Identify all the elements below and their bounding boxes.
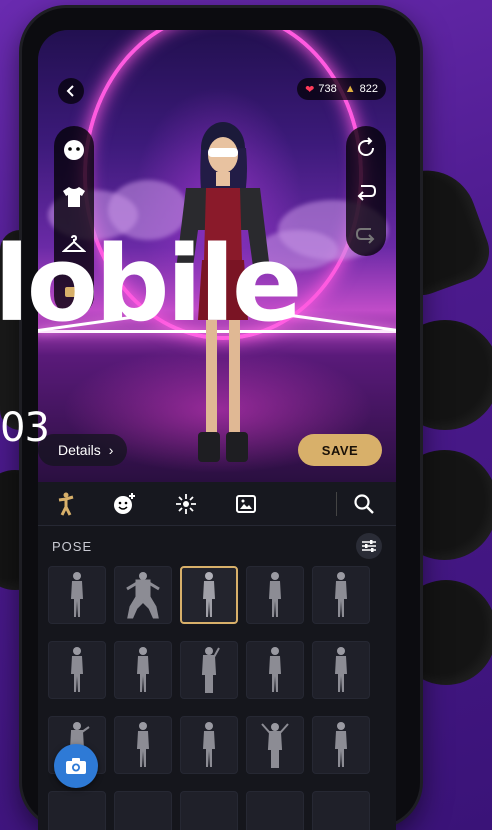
pose-figure-icon [261, 723, 289, 768]
pose-item-selected[interactable] [180, 566, 238, 624]
tab-divider [336, 492, 337, 516]
currency-display[interactable]: ❤ 738 ▲ 822 [297, 78, 386, 100]
hearts-count: 738 [318, 83, 337, 95]
tab-background[interactable] [232, 490, 260, 518]
pose-figure-icon [71, 647, 83, 692]
filter-button[interactable] [356, 533, 382, 559]
chevron-left-icon [66, 85, 74, 97]
pose-item[interactable] [180, 641, 238, 699]
sliders-icon [362, 540, 376, 552]
tab-effects[interactable] [172, 490, 200, 518]
pose-item[interactable] [114, 641, 172, 699]
camera-icon [66, 758, 86, 774]
pose-item[interactable] [312, 566, 370, 624]
pose-figure-icon [126, 572, 160, 619]
pose-item[interactable] [48, 566, 106, 624]
pose-item[interactable] [246, 716, 304, 774]
section-title: POSE [52, 538, 93, 554]
pose-item[interactable] [114, 791, 172, 830]
details-label: Details [58, 442, 101, 458]
pose-item[interactable] [114, 566, 172, 624]
pose-figure-icon [335, 722, 347, 767]
editor-tabbar [38, 482, 396, 526]
pose-item[interactable] [48, 791, 106, 830]
face-icon[interactable] [61, 137, 87, 163]
effects-icon [176, 494, 196, 514]
pose-item[interactable] [180, 716, 238, 774]
pose-item[interactable] [114, 716, 172, 774]
pose-figure-icon [269, 572, 281, 617]
coins-icon: ▲ [344, 83, 356, 95]
pose-item[interactable] [48, 641, 106, 699]
heart-icon: ❤ [305, 83, 315, 96]
pose-item[interactable] [246, 566, 304, 624]
pose-figure-icon [137, 647, 149, 692]
pose-figure-icon [203, 572, 215, 617]
tab-emote[interactable] [110, 490, 138, 518]
tab-pose[interactable] [52, 490, 80, 518]
pose-figure-icon [269, 647, 281, 692]
search-icon [354, 494, 374, 514]
reset-icon[interactable] [353, 135, 379, 161]
undo-icon[interactable] [353, 178, 379, 204]
shirt-icon[interactable] [61, 184, 87, 210]
camera-button[interactable] [54, 744, 98, 788]
redo-icon[interactable] [353, 221, 379, 247]
overlay-title: lobile [0, 223, 302, 345]
search-button[interactable] [350, 490, 378, 518]
pose-icon [58, 492, 74, 516]
emote-icon [114, 493, 135, 514]
overlay-number: 03 [0, 405, 50, 451]
app-screen: ❤ 738 ▲ 822 Details › SAVE POSE [38, 30, 396, 830]
back-button[interactable] [58, 78, 84, 104]
coins-count: 822 [359, 83, 378, 95]
pose-item[interactable] [312, 641, 370, 699]
pose-figure-icon [335, 572, 347, 617]
pose-figure-icon [71, 572, 83, 617]
pose-figure-icon [137, 722, 149, 767]
right-toolbar [346, 126, 386, 256]
pose-item[interactable] [312, 716, 370, 774]
pose-item[interactable] [246, 641, 304, 699]
chevron-right-icon: › [108, 442, 114, 458]
save-button[interactable]: SAVE [298, 434, 382, 466]
pose-figure-icon [335, 647, 347, 692]
pose-item[interactable] [180, 791, 238, 830]
pose-section-header: POSE [38, 526, 396, 566]
pose-figure-icon [203, 722, 215, 767]
pose-item[interactable] [312, 791, 370, 830]
pose-grid [48, 566, 388, 830]
background-icon [236, 495, 256, 513]
pose-figure-icon [201, 647, 220, 693]
pose-item[interactable] [246, 791, 304, 830]
details-button[interactable]: Details › [38, 434, 128, 466]
